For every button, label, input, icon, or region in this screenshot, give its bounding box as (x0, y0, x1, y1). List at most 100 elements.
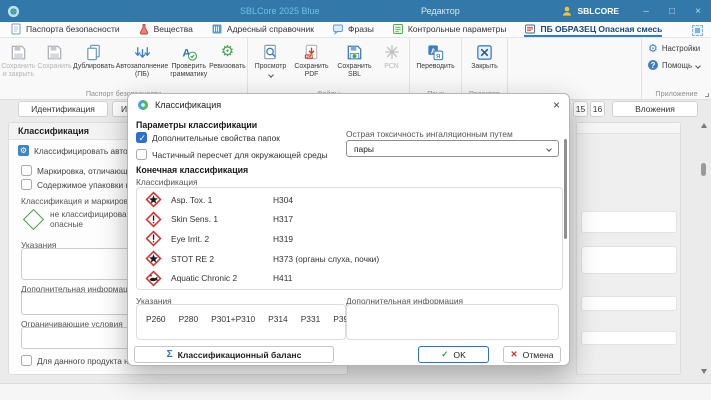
hazard-class-name: Asp. Tox. 1 (171, 194, 213, 205)
cancel-button[interactable]: ✕ Отмена (503, 346, 561, 363)
classification-balance-button[interactable]: Σ Классификационный баланс (134, 346, 334, 363)
menu-item-phrases[interactable]: Фразы (332, 22, 374, 37)
ribbon-button-label: Дублировать (73, 63, 115, 70)
translate-icon: AЯ (426, 42, 445, 62)
ribbon-pin-icon[interactable] (692, 25, 703, 36)
partial-recalc-checkbox-row[interactable]: Частичный пересчет для окружающей среды (136, 149, 328, 160)
menu-item-label: Адресный справочник (226, 24, 315, 34)
p-statement[interactable]: P301+P310 (211, 314, 255, 324)
ok-button[interactable]: ✓ OK (418, 346, 489, 363)
preview-icon (261, 42, 280, 62)
revise-button[interactable]: ⚙ Ревизовать (208, 41, 247, 72)
user-icon (563, 6, 572, 16)
auto-classify-button[interactable]: ⚙ Классифицировать автомат (18, 145, 142, 156)
preview-button[interactable]: Просмотр (251, 41, 291, 78)
ribbon-button-label: Просмотр (254, 63, 287, 70)
scroll-down-icon[interactable] (701, 369, 707, 374)
help-button[interactable]: ? Помощь (648, 60, 707, 70)
checkbox-checked[interactable] (136, 132, 147, 144)
classification-row[interactable]: Eye Irrit. 2 H319 (137, 229, 562, 249)
address-book-icon (212, 24, 222, 34)
save-button[interactable]: Сохранить (37, 41, 73, 72)
dialog-scrollbar-thumb[interactable] (564, 139, 567, 239)
menu-item-substances[interactable]: Вещества (138, 22, 193, 37)
additional-info-textarea[interactable] (346, 304, 559, 340)
menu-item-address-book[interactable]: Адресный справочник (211, 22, 314, 37)
save-pdf-button[interactable]: PDF Сохранить PDF (291, 41, 333, 80)
p-statement[interactable]: P314 (268, 314, 288, 324)
settings-button[interactable]: ⚙ Настройки (648, 42, 707, 55)
scrollbar-thumb[interactable] (701, 163, 706, 176)
checkbox[interactable] (21, 179, 32, 190)
scroll-up-icon[interactable] (701, 123, 707, 128)
checkbox[interactable] (21, 355, 32, 366)
close-editor-button[interactable]: Закрыть (464, 41, 505, 72)
ribbon-button-label: Закрыть (471, 63, 498, 70)
pcn-button[interactable]: PCN (377, 41, 407, 72)
classification-row[interactable]: Asp. Tox. 1 H304 (137, 190, 562, 210)
chevron-down-icon (695, 62, 701, 69)
ribbon-group-passport: Сохранить и закрыть Сохранить Дублироват… (0, 38, 248, 99)
p-statements-box[interactable]: P260 P280 P301+P310 P314 P331 P391 (136, 304, 353, 340)
check-grammar-button[interactable]: A Проверить грамматику (169, 41, 208, 80)
tab-identification[interactable]: Идентификация (18, 101, 108, 117)
autofill-icon (133, 42, 152, 62)
settings-label: Настройки (661, 44, 701, 53)
menu-item-control-params[interactable]: Контрольные параметры (392, 22, 507, 37)
grammar-check-icon: A (179, 42, 198, 62)
menu-item-passports[interactable]: Паспорта безопасности (10, 22, 120, 37)
flask-icon (139, 24, 148, 35)
hazard-code: H304 (273, 194, 294, 205)
minimize-button[interactable]: – (633, 0, 659, 22)
pdf-icon: PDF (302, 42, 321, 62)
right-panel-field[interactable] (581, 331, 677, 345)
translate-button[interactable]: AЯ Переводить (412, 41, 459, 72)
classification-row[interactable]: Skin Sens. 1 H317 (137, 210, 562, 230)
contents-checkbox-row[interactable]: Содержимое упаковки не (21, 179, 135, 190)
tab-attachments[interactable]: Вложения (612, 101, 698, 117)
menu-item-active-document[interactable]: ПБ ОБРАЗЕЦ Опасная смесь (524, 22, 663, 37)
ghs08-health-hazard-icon (145, 191, 162, 208)
save-close-icon (9, 42, 28, 62)
autofill-button[interactable]: Автозаполнение (ПБ) (115, 41, 170, 80)
classification-row[interactable]: STOT RE 2 H373 (органы слуха, почки) (137, 249, 562, 269)
right-panel-field[interactable] (581, 296, 677, 311)
right-panel-field[interactable] (581, 211, 677, 233)
p-statement[interactable]: P280 (179, 314, 199, 324)
checkbox-label: Частичный пересчет для окружающей среды (152, 149, 328, 160)
marking-checkbox-row[interactable]: Маркировка, отличающа (21, 165, 132, 176)
checkbox[interactable] (21, 165, 32, 176)
tab-15[interactable]: 15 (573, 101, 588, 117)
ghs07-exclamation-icon (145, 211, 162, 228)
not-classified-text: не классифицирован опасные (50, 209, 132, 230)
save-and-close-button[interactable]: Сохранить и закрыть (0, 41, 36, 80)
classification-row[interactable]: Aquatic Chronic 2 H411 (137, 268, 562, 288)
tab-label: 15 (575, 104, 586, 114)
ghs08-health-hazard-icon (145, 250, 162, 267)
hazard-code: H373 (органы слуха, почки) (273, 253, 380, 264)
group-expand-icon[interactable] (705, 93, 709, 97)
p-statement[interactable]: P260 (146, 314, 166, 324)
ghs09-environment-icon (145, 270, 162, 287)
folder-props-checkbox-row[interactable]: Дополнительные свойства папок (136, 132, 280, 144)
empty-diamond-icon (22, 208, 45, 231)
ribbon-group-editor: Закрыть Редактор (462, 38, 508, 99)
save-sbl-button[interactable]: Сохранить SBL (333, 41, 377, 80)
vertical-scrollbar[interactable] (698, 101, 710, 382)
close-window-button[interactable]: × (685, 0, 711, 22)
menu-item-label: Контрольные параметры (407, 24, 507, 34)
tab-16[interactable]: 16 (590, 101, 605, 117)
dialog-close-icon[interactable]: × (553, 99, 560, 111)
duplicate-button[interactable]: Дублировать (73, 41, 115, 72)
dialog-icon (138, 100, 148, 110)
p-statement[interactable]: P331 (301, 314, 321, 324)
account-button[interactable]: SBLCORE (561, 5, 619, 17)
ribbon-button-label: Сохранить (37, 63, 72, 70)
checkbox[interactable] (136, 149, 147, 160)
titlebar: SBLCore 2025 Blue Редактор SBLCORE – □ × (0, 0, 711, 22)
maximize-button[interactable]: □ (659, 0, 685, 22)
ribbon-button-label: Автозаполнение (ПБ) (115, 63, 169, 79)
inhalation-toxicity-select[interactable]: пары (346, 140, 559, 157)
product-checkbox-row[interactable]: Для данного продукта не (21, 355, 133, 366)
right-panel-field[interactable] (581, 246, 677, 274)
